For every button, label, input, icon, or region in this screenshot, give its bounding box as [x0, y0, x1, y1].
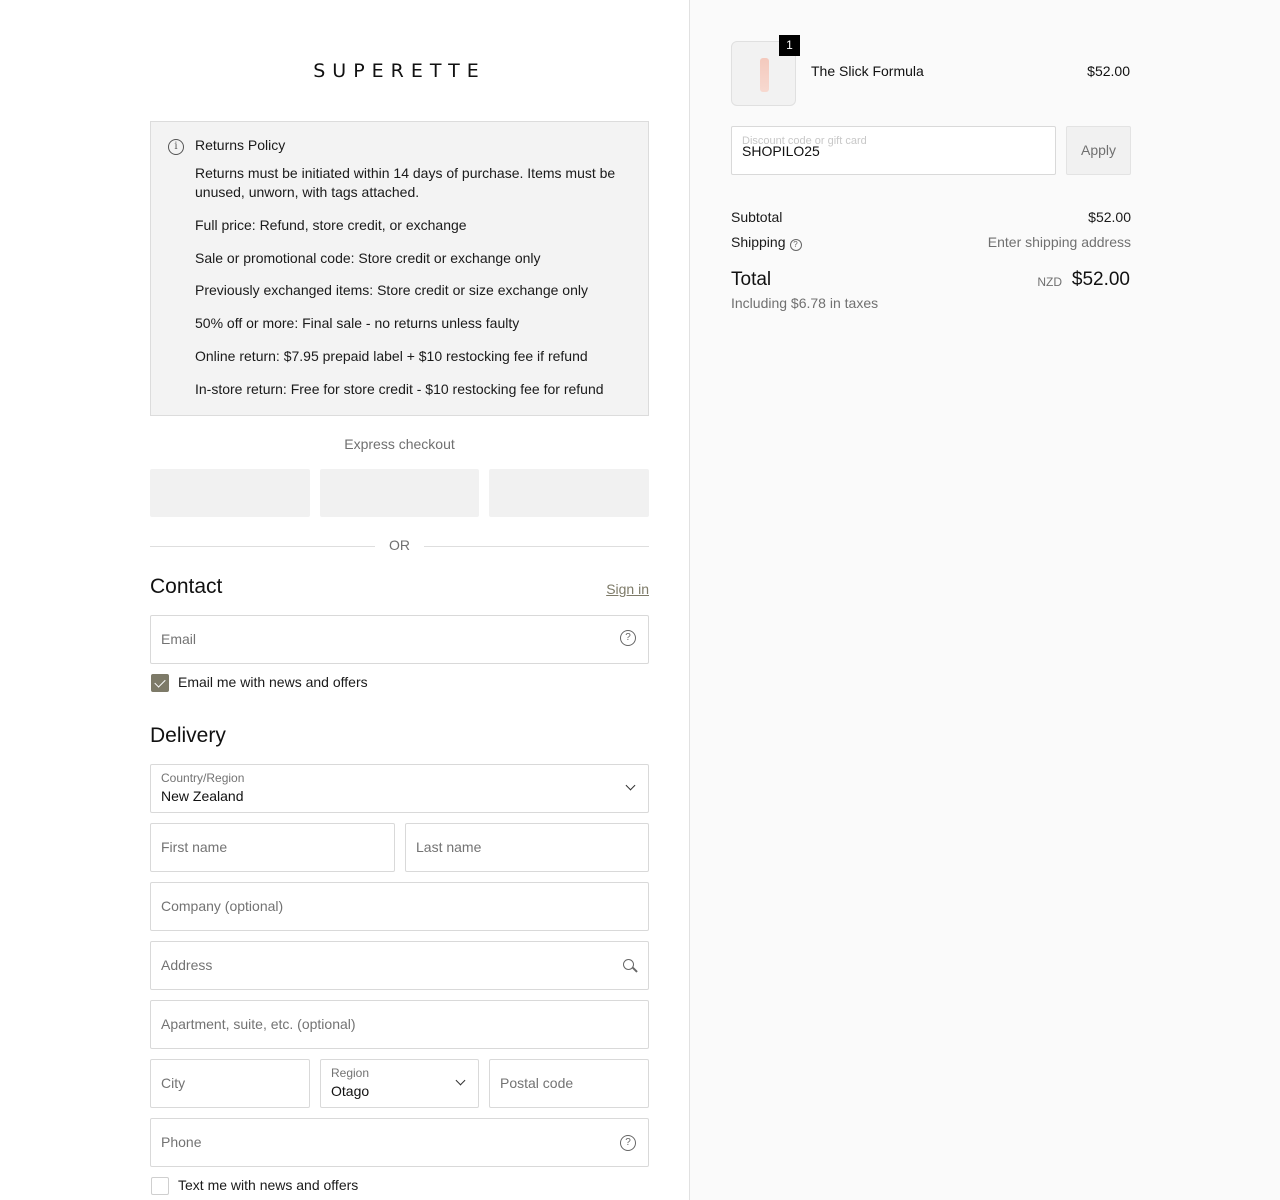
phone-placeholder: Phone [161, 1134, 202, 1150]
quantity-badge: 1 [779, 35, 800, 56]
express-pay-button-1[interactable] [150, 469, 310, 517]
region-label: Region [331, 1066, 370, 1080]
country-value: New Zealand [161, 788, 244, 804]
policy-line: Returns must be initiated within 14 days… [195, 165, 616, 200]
brand-logo[interactable]: SUPERETTE [150, 60, 649, 82]
info-icon: i [168, 139, 184, 155]
returns-policy-title: Returns Policy [195, 137, 286, 153]
search-icon [623, 959, 634, 970]
total-value: $52.00 [1071, 269, 1130, 290]
policy-line: In-store return: Free for store credit -… [195, 381, 604, 397]
discount-code-input[interactable]: Discount code or gift card SHOPILO25 [731, 126, 1056, 175]
express-pay-button-2[interactable] [320, 469, 479, 517]
or-text: OR [389, 537, 410, 553]
subtotal-label: Subtotal [731, 209, 783, 225]
subtotal-row: Subtotal $52.00 [731, 209, 1131, 225]
checkout-main-panel: SUPERETTE i Returns Policy Returns must … [0, 0, 689, 1200]
product-price: $52.00 [1087, 63, 1130, 79]
email-field[interactable]: Email ? [150, 615, 649, 664]
help-icon[interactable]: ? [620, 630, 636, 646]
product-name: The Slick Formula [811, 63, 924, 79]
email-placeholder: Email [161, 631, 197, 647]
postal-code-placeholder: Postal code [500, 1075, 574, 1091]
chevron-down-icon [455, 1075, 466, 1086]
country-select[interactable]: Country/Region New Zealand [150, 764, 649, 813]
shipping-value: Enter shipping address [987, 234, 1131, 250]
policy-line: 50% off or more: Final sale - no returns… [195, 315, 520, 331]
apply-button[interactable]: Apply [1066, 126, 1131, 175]
divider-line [424, 546, 649, 547]
subtotal-value: $52.00 [1088, 209, 1131, 225]
last-name-placeholder: Last name [416, 839, 482, 855]
express-checkout-label: Express checkout [344, 436, 455, 452]
address-field[interactable]: Address [150, 941, 649, 990]
postal-code-field[interactable]: Postal code [489, 1059, 649, 1108]
contact-heading: Contact [150, 575, 223, 598]
shipping-label: Shipping [731, 234, 786, 250]
first-name-field[interactable]: First name [150, 823, 395, 872]
product-image [760, 58, 769, 92]
order-summary-panel: 1 The Slick Formula $52.00 Discount code… [689, 0, 1280, 1200]
first-name-placeholder: First name [161, 839, 228, 855]
apartment-field[interactable]: Apartment, suite, etc. (optional) [150, 1000, 649, 1049]
apartment-placeholder: Apartment, suite, etc. (optional) [161, 1016, 356, 1032]
total-currency: NZD [1037, 275, 1062, 289]
or-divider: OR [150, 537, 649, 555]
city-placeholder: City [161, 1075, 186, 1091]
region-value: Otago [331, 1083, 370, 1099]
company-placeholder: Company (optional) [161, 898, 284, 914]
policy-line: Sale or promotional code: Store credit o… [195, 250, 541, 266]
delivery-heading: Delivery [150, 724, 226, 747]
text-news-label[interactable]: Text me with news and offers [178, 1177, 358, 1193]
policy-line: Previously exchanged items: Store credit… [195, 282, 588, 298]
last-name-field[interactable]: Last name [405, 823, 649, 872]
policy-line: Online return: $7.95 prepaid label + $10… [195, 348, 588, 364]
email-news-checkbox[interactable] [151, 674, 169, 692]
company-field[interactable]: Company (optional) [150, 882, 649, 931]
chevron-down-icon [625, 780, 636, 791]
returns-policy-box: i Returns Policy Returns must be initiat… [150, 121, 649, 416]
sign-in-link[interactable]: Sign in [606, 581, 649, 597]
email-news-label[interactable]: Email me with news and offers [178, 674, 368, 690]
discount-value: SHOPILO25 [742, 143, 820, 159]
address-placeholder: Address [161, 957, 213, 973]
city-field[interactable]: City [150, 1059, 310, 1108]
country-label: Country/Region [161, 771, 245, 785]
help-icon[interactable]: ? [620, 1135, 636, 1151]
express-pay-button-3[interactable] [489, 469, 649, 517]
shipping-row: Shipping? Enter shipping address [731, 234, 1131, 251]
region-select[interactable]: Region Otago [320, 1059, 479, 1108]
text-news-checkbox[interactable] [151, 1177, 169, 1195]
policy-line: Full price: Refund, store credit, or exc… [195, 217, 467, 233]
total-label: Total [731, 269, 772, 290]
phone-field[interactable]: Phone ? [150, 1118, 649, 1167]
taxes-note: Including $6.78 in taxes [731, 295, 879, 311]
help-icon[interactable]: ? [789, 239, 802, 251]
